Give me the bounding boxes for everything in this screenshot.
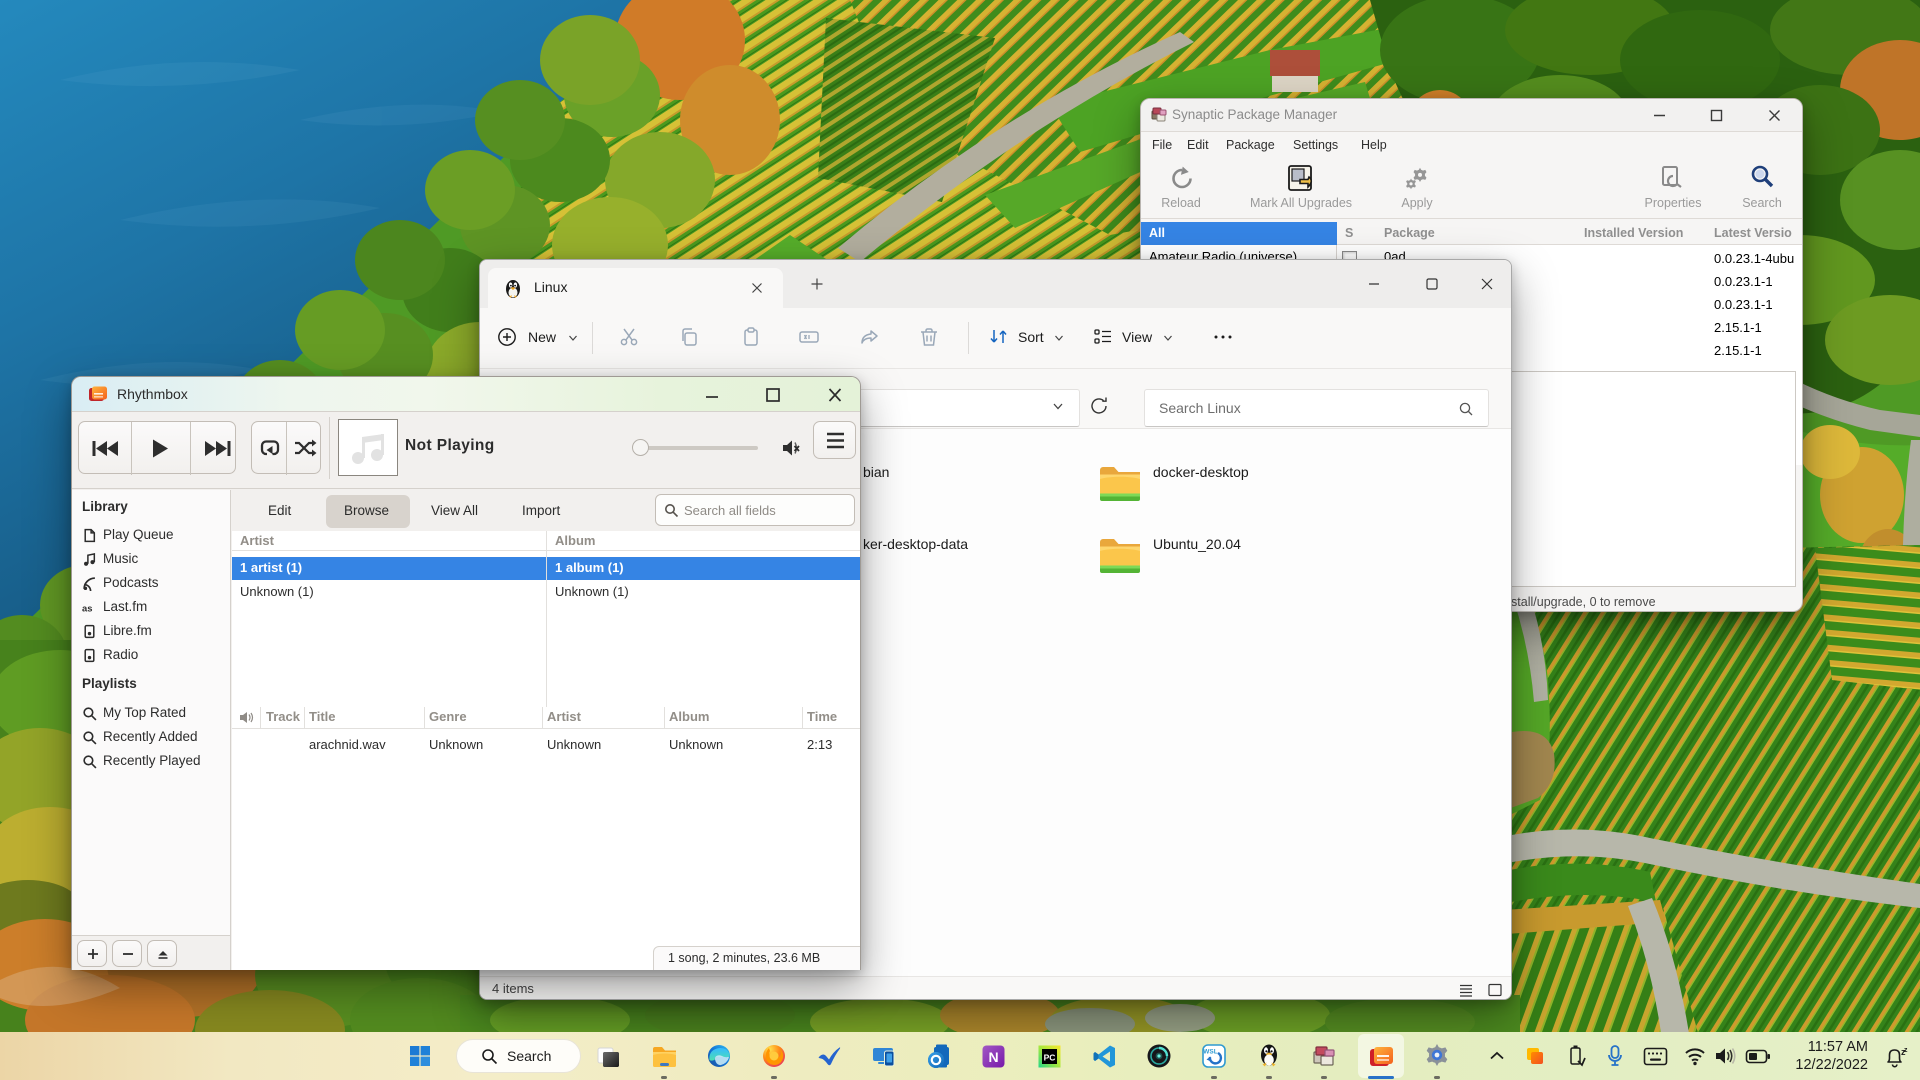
svg-text:N: N — [988, 1049, 998, 1065]
svg-text:WSL: WSL — [1203, 1049, 1217, 1056]
svg-text:z: z — [1904, 1047, 1908, 1054]
svg-text:as: as — [82, 603, 92, 613]
svg-text:PC: PC — [1043, 1052, 1055, 1062]
